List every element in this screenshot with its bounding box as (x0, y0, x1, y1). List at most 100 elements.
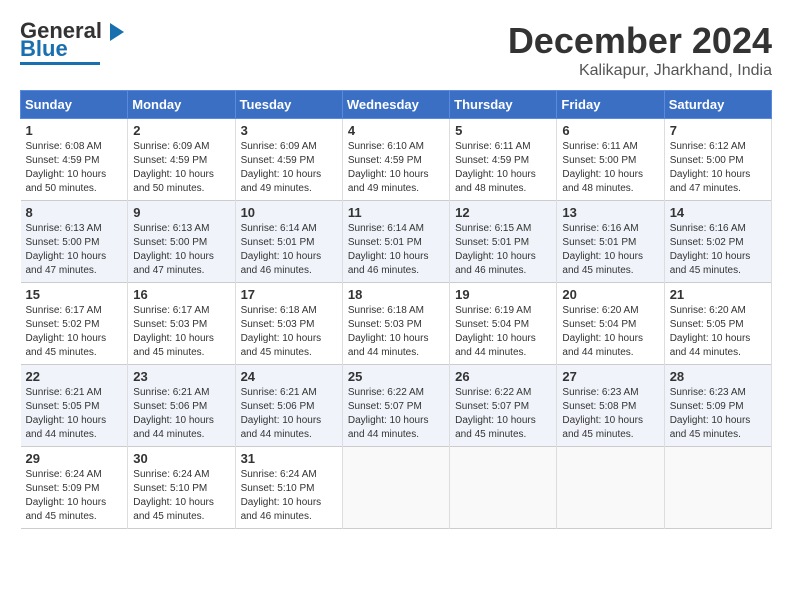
day-cell-13: 13Sunrise: 6:16 AMSunset: 5:01 PMDayligh… (557, 201, 664, 283)
day-cell-15: 15Sunrise: 6:17 AMSunset: 5:02 PMDayligh… (21, 283, 128, 365)
day-info: Sunrise: 6:24 AMSunset: 5:10 PMDaylight:… (241, 469, 322, 522)
day-cell-12: 12Sunrise: 6:15 AMSunset: 5:01 PMDayligh… (450, 201, 557, 283)
day-number: 11 (348, 205, 444, 220)
day-cell-1: 1 Sunrise: 6:08 AMSunset: 4:59 PMDaylight… (21, 119, 128, 201)
empty-cell (342, 447, 449, 529)
day-info: Sunrise: 6:22 AMSunset: 5:07 PMDaylight:… (348, 387, 429, 440)
day-cell-5: 5 Sunrise: 6:11 AMSunset: 4:59 PMDaylight… (450, 119, 557, 201)
day-info: Sunrise: 6:11 AMSunset: 4:59 PMDaylight:… (455, 141, 536, 194)
logo-blue-text: Blue (20, 38, 68, 60)
day-number: 14 (670, 205, 766, 220)
day-cell-21: 21Sunrise: 6:20 AMSunset: 5:05 PMDayligh… (664, 283, 771, 365)
day-number: 29 (26, 451, 123, 466)
day-info: Sunrise: 6:16 AMSunset: 5:02 PMDaylight:… (670, 223, 751, 276)
day-number: 23 (133, 369, 229, 384)
day-info: Sunrise: 6:18 AMSunset: 5:03 PMDaylight:… (241, 305, 322, 358)
day-cell-29: 29 Sunrise: 6:24 AMSunset: 5:09 PMDayligh… (21, 447, 128, 529)
day-header-sunday: Sunday (21, 91, 128, 119)
day-number: 16 (133, 287, 229, 302)
day-info: Sunrise: 6:21 AMSunset: 5:06 PMDaylight:… (241, 387, 322, 440)
day-info: Sunrise: 6:17 AMSunset: 5:03 PMDaylight:… (133, 305, 214, 358)
day-header-saturday: Saturday (664, 91, 771, 119)
day-number: 5 (455, 123, 551, 138)
day-info: Sunrise: 6:10 AMSunset: 4:59 PMDaylight:… (348, 141, 429, 194)
logo-divider (20, 62, 100, 65)
logo-arrow-icon (110, 23, 124, 41)
day-info: Sunrise: 6:09 AMSunset: 4:59 PMDaylight:… (241, 141, 322, 194)
week-row-3: 15Sunrise: 6:17 AMSunset: 5:02 PMDayligh… (21, 283, 772, 365)
day-info: Sunrise: 6:23 AMSunset: 5:09 PMDaylight:… (670, 387, 751, 440)
day-cell-18: 18 Sunrise: 6:18 AMSunset: 5:03 PMDayligh… (342, 283, 449, 365)
day-number: 2 (133, 123, 229, 138)
day-header-thursday: Thursday (450, 91, 557, 119)
day-info: Sunrise: 6:18 AMSunset: 5:03 PMDaylight:… (348, 305, 429, 358)
day-cell-28: 28 Sunrise: 6:23 AMSunset: 5:09 PMDayligh… (664, 365, 771, 447)
day-cell-7: 7 Sunrise: 6:12 AMSunset: 5:00 PMDaylight… (664, 119, 771, 201)
day-cell-30: 30Sunrise: 6:24 AMSunset: 5:10 PMDayligh… (128, 447, 235, 529)
day-cell-10: 10 Sunrise: 6:14 AMSunset: 5:01 PMDayligh… (235, 201, 342, 283)
day-cell-25: 25Sunrise: 6:22 AMSunset: 5:07 PMDayligh… (342, 365, 449, 447)
day-cell-23: 23 Sunrise: 6:21 AMSunset: 5:06 PMDayligh… (128, 365, 235, 447)
day-info: Sunrise: 6:19 AMSunset: 5:04 PMDaylight:… (455, 305, 536, 358)
day-number: 4 (348, 123, 444, 138)
day-info: Sunrise: 6:09 AMSunset: 4:59 PMDaylight:… (133, 141, 214, 194)
day-number: 18 (348, 287, 444, 302)
month-title: December 2024 (508, 20, 772, 62)
day-header-monday: Monday (128, 91, 235, 119)
week-row-2: 8 Sunrise: 6:13 AMSunset: 5:00 PMDaylight… (21, 201, 772, 283)
day-info: Sunrise: 6:24 AMSunset: 5:09 PMDaylight:… (26, 469, 107, 522)
day-cell-4: 4 Sunrise: 6:10 AMSunset: 4:59 PMDaylight… (342, 119, 449, 201)
week-row-5: 29 Sunrise: 6:24 AMSunset: 5:09 PMDayligh… (21, 447, 772, 529)
week-row-1: 1 Sunrise: 6:08 AMSunset: 4:59 PMDaylight… (21, 119, 772, 201)
day-cell-3: 3 Sunrise: 6:09 AMSunset: 4:59 PMDaylight… (235, 119, 342, 201)
day-info: Sunrise: 6:15 AMSunset: 5:01 PMDaylight:… (455, 223, 536, 276)
day-info: Sunrise: 6:13 AMSunset: 5:00 PMDaylight:… (26, 223, 107, 276)
day-number: 26 (455, 369, 551, 384)
day-info: Sunrise: 6:17 AMSunset: 5:02 PMDaylight:… (26, 305, 107, 358)
day-info: Sunrise: 6:20 AMSunset: 5:05 PMDaylight:… (670, 305, 751, 358)
day-number: 9 (133, 205, 229, 220)
day-number: 7 (670, 123, 766, 138)
day-info: Sunrise: 6:21 AMSunset: 5:06 PMDaylight:… (133, 387, 214, 440)
day-number: 20 (562, 287, 658, 302)
calendar-table: SundayMondayTuesdayWednesdayThursdayFrid… (20, 90, 772, 529)
day-number: 10 (241, 205, 337, 220)
day-cell-8: 8 Sunrise: 6:13 AMSunset: 5:00 PMDaylight… (21, 201, 128, 283)
day-number: 6 (562, 123, 658, 138)
day-header-tuesday: Tuesday (235, 91, 342, 119)
day-info: Sunrise: 6:24 AMSunset: 5:10 PMDaylight:… (133, 469, 214, 522)
day-cell-6: 6 Sunrise: 6:11 AMSunset: 5:00 PMDaylight… (557, 119, 664, 201)
header: General Blue December 2024 Kalikapur, Jh… (20, 20, 772, 80)
day-cell-20: 20 Sunrise: 6:20 AMSunset: 5:04 PMDayligh… (557, 283, 664, 365)
day-info: Sunrise: 6:08 AMSunset: 4:59 PMDaylight:… (26, 141, 107, 194)
day-cell-14: 14 Sunrise: 6:16 AMSunset: 5:02 PMDayligh… (664, 201, 771, 283)
location-title: Kalikapur, Jharkhand, India (508, 62, 772, 80)
day-info: Sunrise: 6:14 AMSunset: 5:01 PMDaylight:… (348, 223, 429, 276)
day-cell-31: 31Sunrise: 6:24 AMSunset: 5:10 PMDayligh… (235, 447, 342, 529)
day-header-wednesday: Wednesday (342, 91, 449, 119)
day-cell-16: 16 Sunrise: 6:17 AMSunset: 5:03 PMDayligh… (128, 283, 235, 365)
day-info: Sunrise: 6:21 AMSunset: 5:05 PMDaylight:… (26, 387, 107, 440)
day-number: 19 (455, 287, 551, 302)
days-header-row: SundayMondayTuesdayWednesdayThursdayFrid… (21, 91, 772, 119)
day-number: 24 (241, 369, 337, 384)
day-header-friday: Friday (557, 91, 664, 119)
day-number: 1 (26, 123, 123, 138)
day-number: 3 (241, 123, 337, 138)
day-cell-22: 22 Sunrise: 6:21 AMSunset: 5:05 PMDayligh… (21, 365, 128, 447)
day-info: Sunrise: 6:13 AMSunset: 5:00 PMDaylight:… (133, 223, 214, 276)
day-info: Sunrise: 6:16 AMSunset: 5:01 PMDaylight:… (562, 223, 643, 276)
day-info: Sunrise: 6:23 AMSunset: 5:08 PMDaylight:… (562, 387, 643, 440)
day-info: Sunrise: 6:12 AMSunset: 5:00 PMDaylight:… (670, 141, 751, 194)
day-number: 22 (26, 369, 123, 384)
day-cell-26: 26 Sunrise: 6:22 AMSunset: 5:07 PMDayligh… (450, 365, 557, 447)
day-number: 28 (670, 369, 766, 384)
day-info: Sunrise: 6:14 AMSunset: 5:01 PMDaylight:… (241, 223, 322, 276)
day-number: 8 (26, 205, 123, 220)
week-row-4: 22 Sunrise: 6:21 AMSunset: 5:05 PMDayligh… (21, 365, 772, 447)
day-info: Sunrise: 6:11 AMSunset: 5:00 PMDaylight:… (562, 141, 643, 194)
day-info: Sunrise: 6:20 AMSunset: 5:04 PMDaylight:… (562, 305, 643, 358)
day-cell-24: 24 Sunrise: 6:21 AMSunset: 5:06 PMDayligh… (235, 365, 342, 447)
day-info: Sunrise: 6:22 AMSunset: 5:07 PMDaylight:… (455, 387, 536, 440)
day-cell-2: 2 Sunrise: 6:09 AMSunset: 4:59 PMDaylight… (128, 119, 235, 201)
